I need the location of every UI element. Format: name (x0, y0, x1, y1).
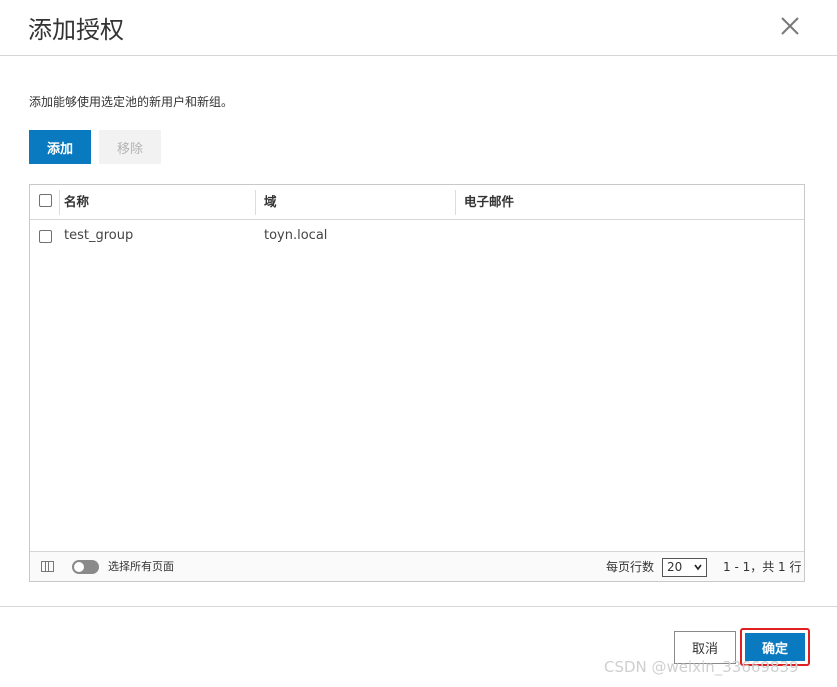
row-checkbox[interactable] (39, 230, 52, 243)
select-all-pages-label: 选择所有页面 (108, 560, 174, 573)
remove-button: 移除 (99, 130, 161, 164)
watermark: CSDN @weixin_33669839 (604, 658, 799, 676)
column-toggle-icon[interactable] (41, 561, 54, 572)
dialog-header: 添加授权 (0, 0, 837, 56)
row-domain-cell: toyn.local (264, 228, 328, 243)
grid-footer: 选择所有页面 每页行数 20 1 - 1，共 1 行 (30, 551, 804, 581)
select-all-pages-toggle[interactable] (72, 560, 99, 574)
chevron-down-icon (694, 564, 702, 571)
column-divider (255, 190, 256, 215)
column-divider (59, 190, 60, 215)
column-header-domain[interactable]: 域 (264, 185, 277, 220)
rows-per-page-select[interactable]: 20 (662, 558, 707, 577)
toggle-knob (74, 562, 84, 572)
row-name-cell: test_group (64, 228, 134, 243)
column-header-name[interactable]: 名称 (64, 185, 89, 220)
rows-per-page-value: 20 (667, 560, 683, 574)
column-divider (455, 190, 456, 215)
add-button[interactable]: 添加 (29, 130, 91, 164)
footer-divider (0, 606, 837, 607)
ok-button[interactable]: 确定 (745, 633, 805, 661)
dialog-title: 添加授权 (28, 16, 124, 44)
rows-per-page-label: 每页行数 (606, 560, 655, 574)
close-icon[interactable] (776, 12, 804, 40)
table-row[interactable]: test_group toyn.local (30, 220, 804, 252)
column-header-email[interactable]: 电子邮件 (464, 185, 514, 220)
permissions-grid: 名称 域 电子邮件 test_group toyn.local 选择所有页面 每… (29, 184, 805, 582)
grid-header: 名称 域 电子邮件 (30, 185, 804, 220)
dialog-description: 添加能够使用选定池的新用户和新组。 (29, 95, 234, 109)
select-all-checkbox[interactable] (39, 194, 52, 207)
pagination-range: 1 - 1，共 1 行 (723, 560, 802, 574)
